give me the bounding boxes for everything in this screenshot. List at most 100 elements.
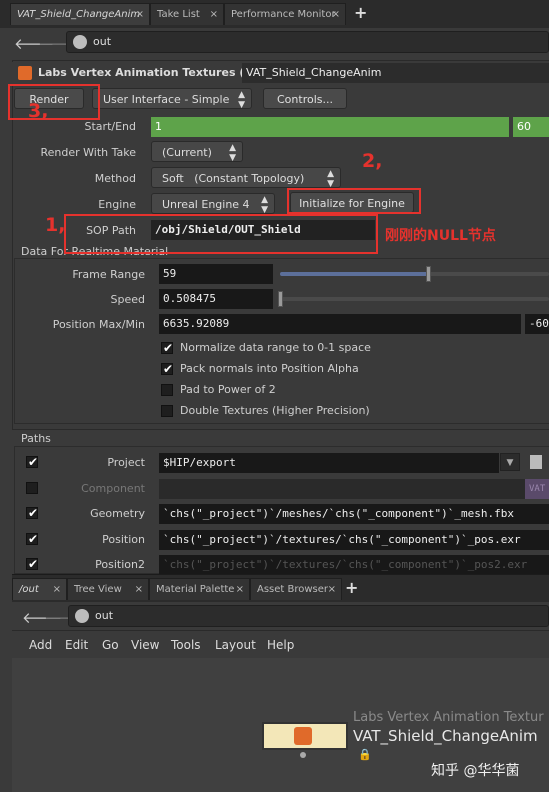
tab-label: Asset Browser bbox=[257, 584, 329, 595]
annotation-box-initialize bbox=[287, 188, 421, 214]
engine-value: Unreal Engine 4 bbox=[162, 198, 250, 211]
path-label: Project bbox=[107, 456, 145, 469]
checkbox-label: Normalize data range to 0-1 space bbox=[180, 341, 371, 354]
tab-label: Tree View bbox=[74, 584, 122, 595]
network-menu-bar: Add Edit Go View Tools Layout Help bbox=[12, 630, 549, 659]
checkmark-icon: ✔ bbox=[163, 362, 174, 376]
add-tab-icon[interactable]: + bbox=[345, 578, 358, 597]
checkmark-icon: ✔ bbox=[28, 557, 39, 571]
path-text: out bbox=[95, 609, 114, 622]
tab-out[interactable]: /out × bbox=[12, 578, 67, 600]
checkbox-label: Pack normals into Position Alpha bbox=[180, 362, 359, 375]
close-icon[interactable]: × bbox=[236, 579, 244, 600]
bottom-network-path-field[interactable]: out bbox=[68, 605, 549, 627]
node-name-caption: VAT_Shield_ChangeAnim bbox=[353, 727, 538, 745]
path-enable-checkbox[interactable]: ✔ bbox=[26, 507, 38, 519]
annotation-box-render bbox=[8, 84, 100, 120]
path-field[interactable]: `chs("_project")`/textures/`chs("_compon… bbox=[159, 529, 549, 550]
path-field[interactable]: `chs("_project")`/textures/`chs("_compon… bbox=[159, 555, 549, 575]
path-label: Geometry bbox=[90, 507, 145, 520]
path-field[interactable]: $HIP/export bbox=[159, 453, 499, 473]
path-label: Component bbox=[81, 481, 145, 495]
node-name-field[interactable]: VAT_Shield_ChangeAnim bbox=[242, 63, 549, 83]
path-field[interactable] bbox=[159, 478, 525, 499]
menu-help[interactable]: Help bbox=[267, 638, 294, 652]
path-enable-checkbox[interactable] bbox=[26, 481, 38, 494]
path-enable-checkbox[interactable]: ✔ bbox=[26, 532, 38, 545]
watermark-text: 知乎 @华华菌 bbox=[431, 763, 520, 779]
method-value: Soft (Constant Topology) bbox=[162, 172, 305, 185]
frame-range-slider-handle[interactable] bbox=[425, 266, 431, 282]
vat-node-icon bbox=[294, 727, 312, 745]
tab-take-list[interactable]: Take List × bbox=[150, 3, 224, 25]
updown-icon: ▲ ▼ bbox=[229, 143, 236, 163]
controls-button[interactable]: Controls... bbox=[263, 88, 347, 109]
path-label: Position bbox=[102, 532, 145, 546]
checkbox[interactable] bbox=[161, 384, 173, 396]
vat-node[interactable] bbox=[262, 722, 348, 750]
checkbox[interactable]: ✔ bbox=[161, 363, 173, 375]
dropdown-arrow-icon[interactable]: ▼ bbox=[500, 453, 520, 471]
speed-label: Speed bbox=[110, 293, 145, 306]
speed-field[interactable]: 0.508475 bbox=[159, 289, 273, 309]
checkbox[interactable] bbox=[161, 405, 173, 417]
file-chooser-icon[interactable] bbox=[530, 455, 542, 469]
add-tab-icon[interactable]: + bbox=[354, 3, 367, 22]
checkbox[interactable]: ✔ bbox=[161, 342, 173, 354]
node-type-icon bbox=[18, 66, 32, 80]
render-with-take-dropdown[interactable]: (Current) ▲ ▼ bbox=[151, 141, 243, 163]
close-icon[interactable]: × bbox=[210, 4, 218, 25]
updown-icon: ▲ ▼ bbox=[238, 90, 245, 110]
menu-go[interactable]: Go bbox=[102, 638, 119, 652]
node-type-caption: Labs Vertex Animation Textur bbox=[353, 710, 544, 725]
network-path-field[interactable]: out bbox=[66, 31, 549, 53]
tab-label: Material Palette bbox=[156, 584, 235, 595]
path-enable-checkbox[interactable]: ✔ bbox=[26, 558, 38, 570]
tab-performance-monitor[interactable]: Performance Monitor × bbox=[224, 3, 346, 25]
tab-label: Take List bbox=[157, 9, 200, 20]
engine-dropdown[interactable]: Unreal Engine 4 ▲ ▼ bbox=[151, 193, 275, 215]
path-label: Position2 bbox=[95, 558, 145, 571]
path-field[interactable]: `chs("_project")`/meshes/`chs("_componen… bbox=[159, 504, 549, 524]
checkbox-label: Double Textures (Higher Precision) bbox=[180, 404, 370, 417]
position-min-field[interactable]: -60 bbox=[525, 314, 549, 334]
speed-slider-handle[interactable] bbox=[278, 291, 283, 307]
tab-tree-view[interactable]: Tree View × bbox=[67, 578, 149, 600]
tab-asset-browser[interactable]: Asset Browser × bbox=[250, 578, 342, 600]
position-maxmin-label: Position Max/Min bbox=[52, 318, 145, 331]
bottom-tab-bar: /out × Tree View × Material Palette × As… bbox=[12, 574, 549, 603]
close-icon[interactable]: × bbox=[135, 579, 143, 600]
menu-tools[interactable]: Tools bbox=[171, 638, 201, 652]
menu-view[interactable]: View bbox=[131, 638, 159, 652]
position-max-field[interactable]: 6635.92089 bbox=[159, 314, 521, 334]
end-frame-field[interactable]: 60 bbox=[513, 117, 549, 137]
close-icon[interactable]: × bbox=[53, 579, 61, 600]
tab-material-palette[interactable]: Material Palette × bbox=[149, 578, 250, 600]
annotation-one: 1, bbox=[45, 214, 66, 236]
speed-slider[interactable] bbox=[280, 297, 549, 301]
menu-add[interactable]: Add bbox=[29, 638, 52, 652]
node-output-connector[interactable] bbox=[300, 752, 306, 758]
close-icon[interactable]: × bbox=[136, 4, 144, 25]
updown-icon: ▲ ▼ bbox=[261, 195, 268, 215]
annotation-three: 3, bbox=[28, 100, 49, 122]
tab-label: /out bbox=[19, 584, 39, 595]
tab-label: Performance Monitor bbox=[231, 9, 336, 20]
path-bar: 🡐 🡒 out bbox=[0, 28, 549, 58]
ui-mode-dropdown[interactable]: User Interface - Simple ▲ ▼ bbox=[92, 88, 252, 110]
method-dropdown[interactable]: Soft (Constant Topology) ▲ ▼ bbox=[151, 167, 341, 189]
close-icon[interactable]: × bbox=[332, 4, 340, 25]
close-icon[interactable]: × bbox=[328, 579, 336, 600]
frame-range-slider[interactable] bbox=[280, 272, 549, 276]
start-frame-field[interactable]: 1 bbox=[151, 117, 509, 137]
engine-label: Engine bbox=[98, 198, 136, 211]
menu-layout[interactable]: Layout bbox=[215, 638, 256, 652]
tab-vat-shield[interactable]: VAT_Shield_ChangeAnim × bbox=[10, 3, 150, 25]
ui-mode-value: User Interface - Simple bbox=[103, 93, 230, 106]
checkmark-icon: ✔ bbox=[163, 341, 174, 355]
lock-icon: 🔒 bbox=[358, 748, 372, 761]
top-tab-bar: VAT_Shield_ChangeAnim × Take List × Perf… bbox=[0, 0, 549, 29]
menu-edit[interactable]: Edit bbox=[65, 638, 88, 652]
path-enable-checkbox[interactable]: ✔ bbox=[26, 456, 38, 468]
frame-range-field[interactable]: 59 bbox=[159, 264, 273, 284]
